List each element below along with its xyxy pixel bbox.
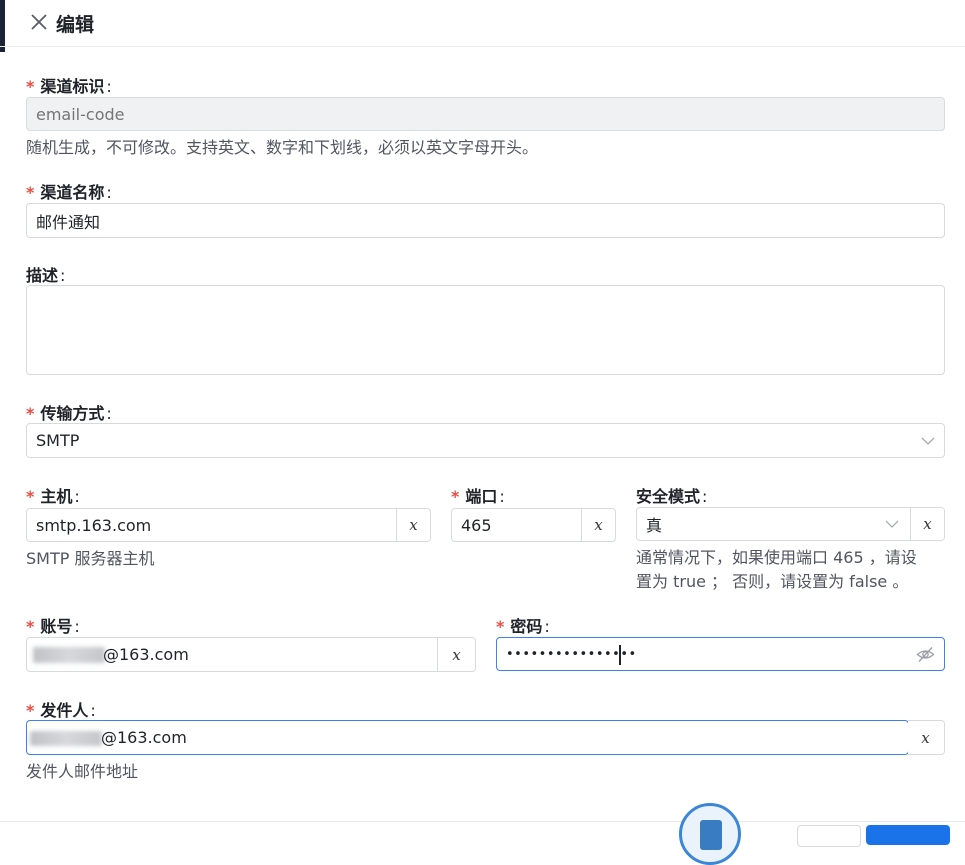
description-textarea[interactable]	[27, 286, 944, 374]
transport-value: SMTP	[36, 431, 80, 450]
channel-name-field[interactable]	[26, 203, 945, 238]
required-mark: *	[26, 183, 35, 202]
channel-id-input[interactable]	[27, 98, 944, 130]
port-input[interactable]	[452, 509, 581, 541]
host-label: * 主机:	[26, 487, 80, 506]
security-value: 真	[646, 516, 663, 535]
transport-select[interactable]: SMTP	[26, 423, 945, 458]
sender-value[interactable]: @163.com	[101, 721, 187, 754]
required-mark: *	[26, 701, 35, 720]
confirm-button[interactable]	[866, 825, 950, 845]
required-mark: *	[26, 77, 35, 96]
security-clear-button[interactable]: x	[910, 508, 944, 540]
transport-label: * 传输方式:	[26, 404, 112, 423]
chevron-down-icon	[921, 437, 935, 445]
host-field[interactable]: x	[26, 508, 431, 542]
required-mark: *	[26, 404, 35, 423]
dialog-header: 编辑	[0, 0, 965, 47]
required-mark: *	[26, 487, 35, 506]
account-clear-button[interactable]: x	[437, 638, 475, 671]
channel-name-label: * 渠道名称:	[26, 183, 112, 202]
security-label: 安全模式:	[636, 487, 708, 506]
account-field[interactable]: @163.com x	[26, 637, 476, 672]
sender-label: * 发件人:	[26, 701, 96, 720]
sender-clear-wrap[interactable]: x	[908, 720, 945, 755]
security-help-line2: 置为 true ； 否则，请设置为 false 。	[636, 572, 909, 591]
port-label: * 端口:	[451, 487, 505, 506]
account-label: * 账号:	[26, 617, 80, 636]
dialog-title: 编辑	[56, 14, 95, 36]
required-mark: *	[451, 487, 460, 506]
security-help-line1: 通常情况下，如果使用端口 465 ，请设	[636, 548, 917, 567]
avatar-figure	[700, 820, 722, 850]
sender-help: 发件人邮件地址	[26, 762, 139, 781]
password-input[interactable]: ••••••••••••••••	[506, 638, 637, 670]
password-label: * 密码:	[496, 617, 550, 636]
account-value[interactable]: @163.com	[103, 638, 189, 671]
cancel-button[interactable]	[797, 825, 861, 847]
footer-divider	[0, 821, 965, 822]
channel-id-field[interactable]	[26, 97, 945, 131]
host-input[interactable]	[27, 509, 396, 541]
required-mark: *	[496, 617, 505, 636]
port-clear-button[interactable]: x	[581, 509, 615, 541]
chevron-down-icon	[885, 520, 899, 528]
redacted-text	[30, 731, 102, 746]
text-cursor	[619, 645, 621, 665]
description-field[interactable]	[26, 285, 945, 375]
sender-clear-button[interactable]: x	[908, 721, 944, 754]
channel-id-help: 随机生成，不可修改。支持英文、数字和下划线，必须以英文字母开头。	[26, 138, 539, 157]
channel-name-input[interactable]	[27, 204, 944, 237]
host-clear-button[interactable]: x	[396, 509, 430, 541]
description-label: 描述:	[26, 266, 66, 285]
required-mark: *	[26, 617, 35, 636]
security-select[interactable]: 真 x	[636, 507, 945, 541]
sender-field[interactable]: @163.com	[26, 720, 909, 755]
redacted-text	[33, 647, 105, 663]
host-help: SMTP 服务器主机	[26, 549, 155, 568]
port-field[interactable]: x	[451, 508, 616, 542]
password-field[interactable]: ••••••••••••••••	[496, 637, 945, 671]
close-icon[interactable]	[30, 13, 48, 31]
eye-off-icon[interactable]	[916, 646, 935, 663]
floating-assistant-avatar[interactable]	[679, 803, 741, 865]
channel-id-label: * 渠道标识:	[26, 77, 112, 96]
